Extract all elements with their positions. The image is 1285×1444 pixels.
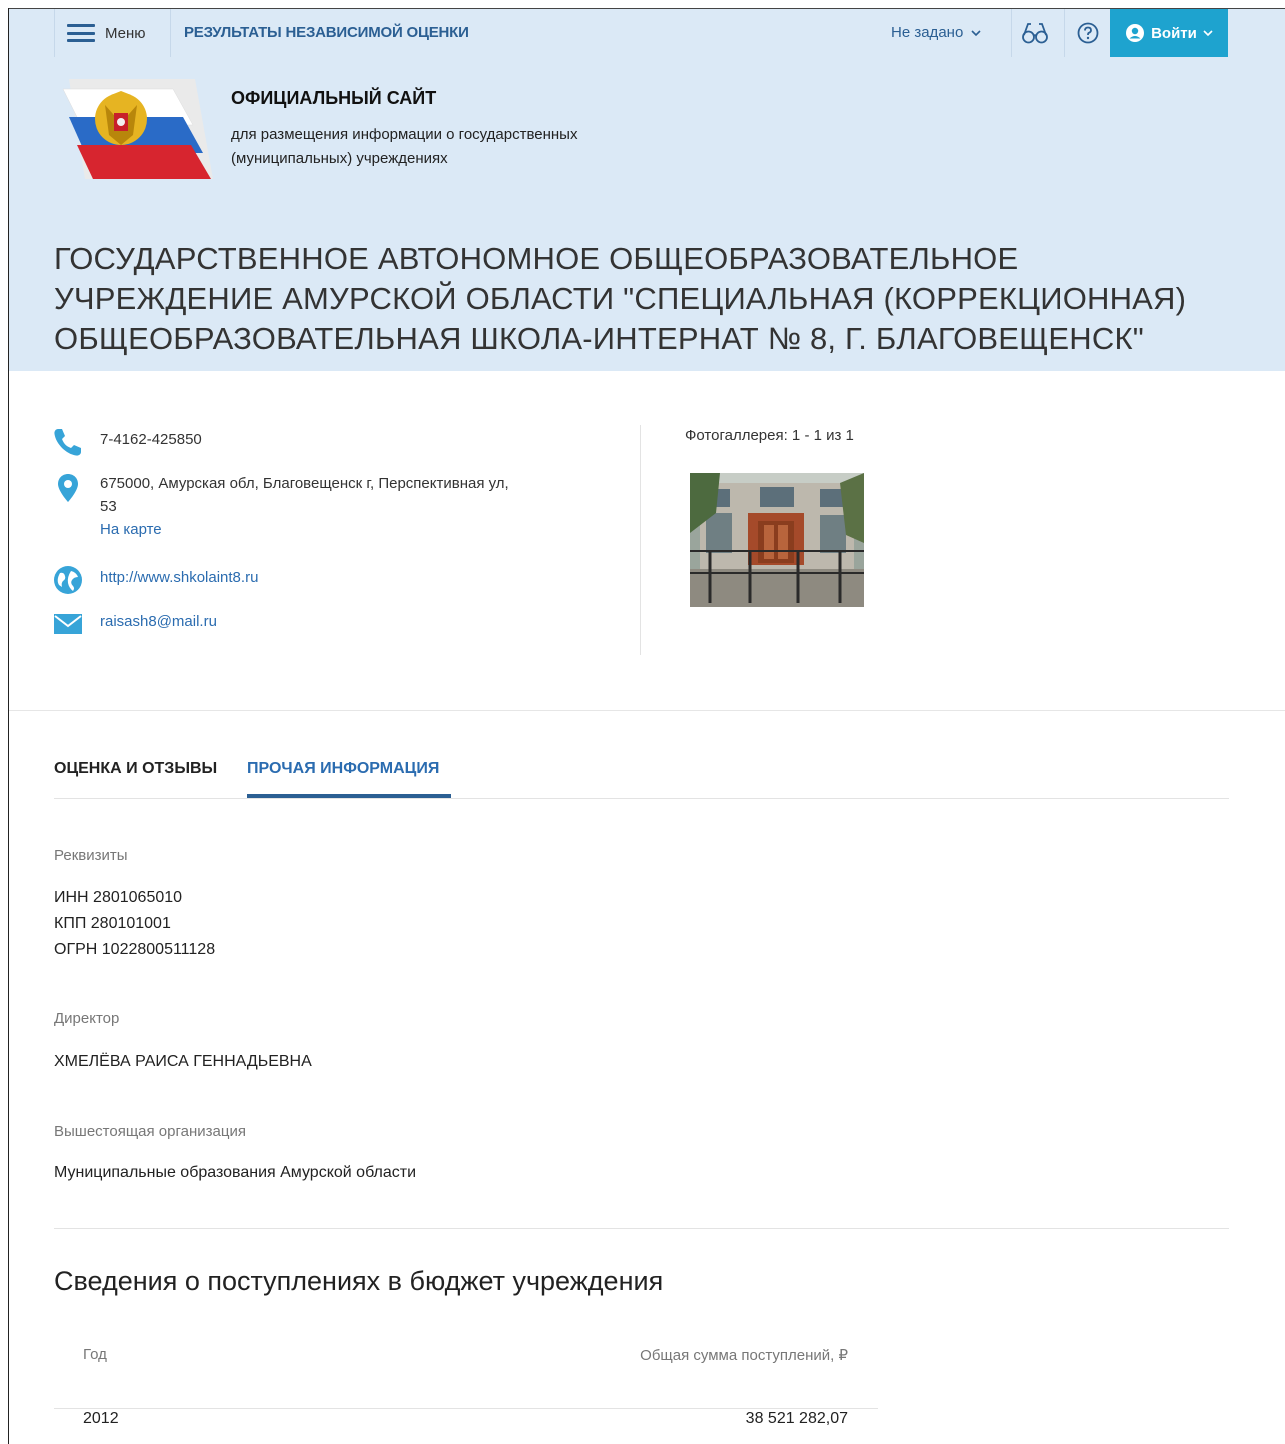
visually-impaired-button[interactable] <box>1012 9 1058 57</box>
region-select[interactable]: Не задано <box>891 9 982 57</box>
table-cell-year: 2012 <box>83 1410 119 1427</box>
director-name: ХМЕЛЁВА РАИСА ГЕННАДЬЕВНА <box>54 1053 312 1070</box>
requisites-value: ИНН 2801065010 КПП 280101001 ОГРН 102280… <box>54 885 215 963</box>
section-divider <box>54 1228 1229 1229</box>
top-navigation-bar: Меню РЕЗУЛЬТАТЫ НЕЗАВИСИМОЙ ОЦЕНКИ Не за… <box>9 9 1285 57</box>
organization-title: ГОСУДАРСТВЕННОЕ АВТОНОМНОЕ ОБЩЕОБРАЗОВАТ… <box>54 239 1254 359</box>
organization-title-line: ОБЩЕОБРАЗОВАТЕЛЬНАЯ ШКОЛА-ИНТЕРНАТ № 8, … <box>54 321 1144 356</box>
table-header-sum: Общая сумма поступлений, ₽ <box>640 1347 848 1364</box>
table-row-divider <box>54 1408 878 1409</box>
website-row: http://www.shkolaint8.ru <box>52 564 258 596</box>
phone-row: 7-4162-425850 <box>52 426 202 458</box>
section-divider <box>9 710 1285 711</box>
phone-number: 7-4162-425850 <box>100 431 202 448</box>
kpp: КПП 280101001 <box>54 915 171 932</box>
organization-title-line: ГОСУДАРСТВЕННОЕ АВТОНОМНОЕ ОБЩЕОБРАЗОВАТ… <box>54 241 1019 276</box>
tab-reviews[interactable]: ОЦЕНКА И ОТЗЫВЫ <box>54 760 217 778</box>
chevron-down-icon <box>1203 29 1213 36</box>
site-description-line: (муниципальных) учреждениях <box>231 150 448 167</box>
address-line: 53 <box>100 498 117 515</box>
tab-other-info[interactable]: ПРОЧАЯ ИНФОРМАЦИЯ <box>247 760 439 778</box>
address: 675000, Амурская обл, Благовещенск г, Пе… <box>100 472 600 541</box>
budget-section-title: Сведения о поступлениях в бюджет учрежде… <box>54 1266 664 1296</box>
chevron-down-icon <box>971 29 982 36</box>
menu-label: Меню <box>105 24 146 42</box>
map-link[interactable]: На карте <box>100 521 162 538</box>
tabs-divider <box>54 798 1229 799</box>
parent-org-link[interactable]: Муниципальные образования Амурской облас… <box>54 1160 416 1186</box>
site-name: ОФИЦИАЛЬНЫЙ САЙТ <box>231 88 437 108</box>
email-link[interactable]: raisash8@mail.ru <box>100 608 217 640</box>
hamburger-icon <box>67 24 95 42</box>
table-header-year: Год <box>83 1346 107 1363</box>
address-line: 675000, Амурская обл, Благовещенск г, Пе… <box>100 475 509 492</box>
ogrn: ОГРН 1022800511128 <box>54 941 216 958</box>
location-pin-icon <box>58 474 78 502</box>
table-cell-sum: 38 521 282,07 <box>745 1410 848 1427</box>
site-header: ОФИЦИАЛЬНЫЙ САЙТ для размещения информац… <box>9 57 1285 371</box>
contacts-divider <box>640 425 641 655</box>
organization-title-line: УЧРЕЖДЕНИЕ АМУРСКОЙ ОБЛАСТИ "СПЕЦИАЛЬНАЯ… <box>54 281 1187 316</box>
globe-icon <box>54 566 82 594</box>
website-link[interactable]: http://www.shkolaint8.ru <box>100 564 258 596</box>
email-row: raisash8@mail.ru <box>52 608 217 640</box>
phone-icon <box>54 429 81 456</box>
login-label: Войти <box>1151 24 1197 42</box>
address-row: 675000, Амурская обл, Благовещенск г, Пе… <box>52 472 600 541</box>
parent-org-label: Вышестоящая организация <box>54 1123 246 1140</box>
glasses-icon <box>1022 23 1048 44</box>
gallery-label: Фотогаллерея: 1 - 1 из 1 <box>685 427 854 444</box>
menu-button[interactable]: Меню <box>54 9 171 57</box>
help-icon <box>1077 22 1099 44</box>
site-description: для размещения информации о государствен… <box>231 123 691 171</box>
region-select-value: Не задано <box>891 24 964 41</box>
inn: ИНН 2801065010 <box>54 889 183 906</box>
gallery-photo[interactable] <box>690 473 864 607</box>
site-description-line: для размещения информации о государствен… <box>231 126 578 143</box>
user-icon <box>1126 24 1145 42</box>
mail-icon <box>54 614 82 634</box>
requisites-label: Реквизиты <box>54 847 128 864</box>
section-title-link[interactable]: РЕЗУЛЬТАТЫ НЕЗАВИСИМОЙ ОЦЕНКИ <box>184 9 469 57</box>
login-button[interactable]: Войти <box>1110 9 1228 57</box>
director-label: Директор <box>54 1010 120 1027</box>
site-logo[interactable] <box>55 79 215 183</box>
help-button[interactable] <box>1065 9 1111 57</box>
